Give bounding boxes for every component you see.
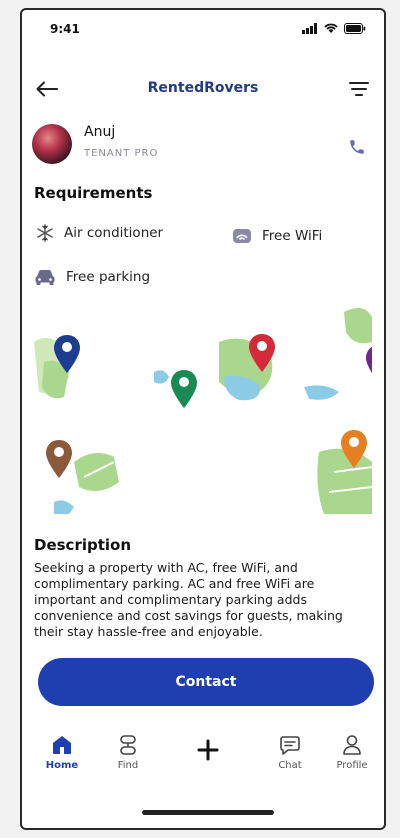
app-title: RentedRovers — [147, 80, 259, 96]
phone-icon — [350, 140, 364, 154]
map-land — [317, 448, 372, 514]
wifi-icon — [324, 23, 338, 33]
home-indicator — [142, 810, 274, 815]
requirement-free-wifi: Free WiFi — [232, 227, 322, 245]
tab-label: Chat — [278, 760, 302, 771]
user-name: Anuj — [84, 124, 116, 140]
map-water — [304, 385, 339, 400]
filter-lines-icon — [349, 82, 369, 96]
tab-find[interactable]: Find — [100, 730, 156, 771]
home-icon — [53, 736, 71, 754]
map-land — [74, 453, 119, 491]
map-pin-green[interactable] — [171, 370, 197, 408]
map-land — [344, 308, 372, 344]
tab-label: Find — [117, 760, 139, 771]
map-illustration — [34, 308, 372, 514]
snowflake-icon — [37, 224, 53, 242]
tab-home[interactable]: Home — [34, 730, 90, 771]
tab-label: Profile — [336, 760, 368, 771]
phone-frame: 9:41 RentedRovers Anuj TENANT PRO Requir… — [20, 8, 386, 830]
description-title: Description — [34, 536, 132, 554]
requirements-title: Requirements — [34, 184, 153, 202]
tab-chat[interactable]: Chat — [262, 730, 318, 771]
find-icon — [120, 735, 136, 755]
contact-button[interactable]: Contact — [38, 658, 374, 706]
status-bar: 9:41 — [22, 10, 384, 50]
status-icons — [302, 23, 366, 34]
user-card: Anuj TENANT PRO — [32, 122, 374, 172]
map-water — [54, 500, 74, 514]
plus-icon — [197, 739, 219, 761]
profile-icon — [343, 735, 361, 755]
app-header: RentedRovers — [22, 70, 384, 110]
status-time: 9:41 — [50, 22, 80, 36]
tab-profile[interactable]: Profile — [324, 730, 380, 771]
tab-label: Home — [45, 760, 79, 771]
chat-bubble-icon — [280, 736, 300, 755]
map-pin-brown[interactable] — [46, 440, 72, 478]
call-button[interactable] — [346, 136, 368, 158]
map-water — [154, 370, 169, 384]
requirement-label: Air conditioner — [64, 225, 164, 241]
filter-button[interactable] — [346, 76, 372, 102]
requirement-label: Free WiFi — [262, 228, 323, 244]
user-role: TENANT PRO — [84, 148, 159, 159]
map-pin-purple[interactable] — [366, 345, 372, 383]
bottom-tab-bar: Home Find Chat Profile — [22, 730, 384, 794]
avatar — [32, 124, 72, 164]
description-text: Seeking a property with AC, free WiFi, a… — [34, 560, 343, 639]
tab-add[interactable] — [180, 730, 236, 770]
signal-icon — [302, 23, 317, 34]
router-icon — [233, 229, 251, 243]
car-icon — [35, 270, 55, 285]
map-view[interactable] — [34, 302, 372, 514]
battery-icon — [344, 23, 366, 34]
requirement-free-parking: Free parking — [34, 268, 150, 286]
requirement-label: Free parking — [66, 269, 151, 285]
requirement-air-conditioner: Air conditioner — [36, 224, 163, 242]
